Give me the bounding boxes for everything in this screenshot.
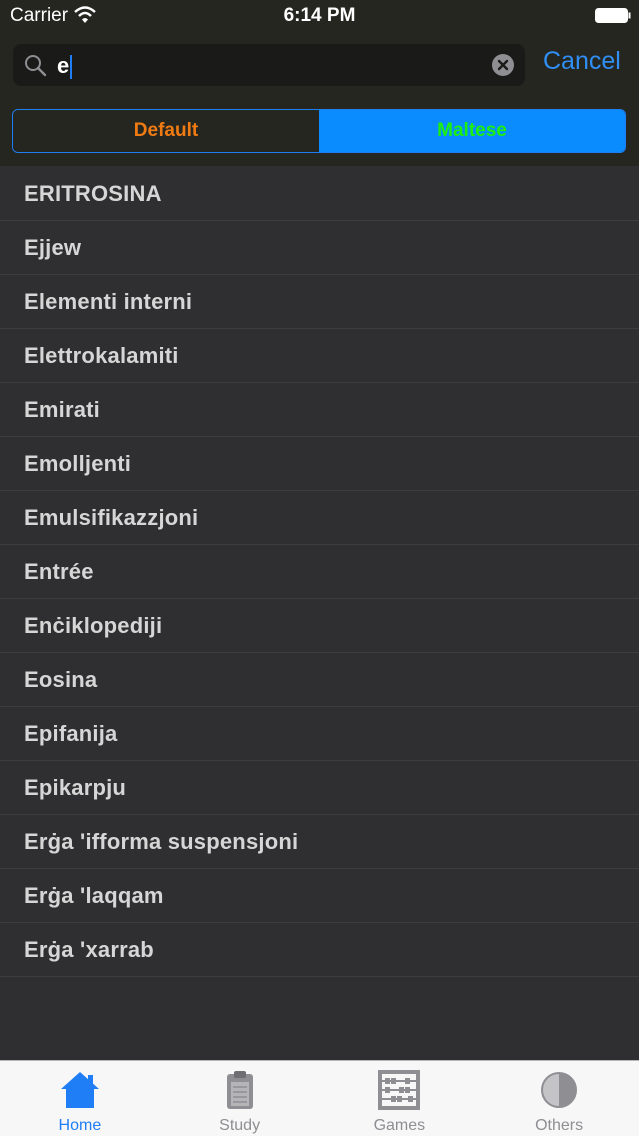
search-bar[interactable]: e (13, 44, 525, 86)
tab-games-label: Games (373, 1117, 426, 1134)
list-item[interactable]: Elementi interni (0, 275, 639, 329)
language-segmented-control: Default Maltese (12, 109, 626, 153)
list-item[interactable]: Epikarpju (0, 761, 639, 815)
clipboard-icon (226, 1071, 253, 1109)
list-item[interactable]: Emolljenti (0, 437, 639, 491)
cancel-button[interactable]: Cancel (543, 47, 621, 76)
tab-home-label: Home (58, 1117, 102, 1134)
search-input[interactable]: e (57, 53, 73, 80)
text-caret (70, 55, 73, 80)
list-item[interactable]: Erġa 'xarrab (0, 923, 639, 977)
list-item[interactable]: Epifanija (0, 707, 639, 761)
list-item[interactable]: Elettrokalamiti (0, 329, 639, 383)
list-item[interactable]: Emulsifikazzjoni (0, 491, 639, 545)
list-item[interactable]: Ejjew (0, 221, 639, 275)
results-list: ERITROSINA Ejjew Elementi interni Elettr… (0, 167, 639, 977)
tab-others-label: Others (535, 1117, 584, 1134)
battery-icon (595, 8, 631, 23)
search-header: e Cancel Default Maltese (0, 34, 639, 166)
tab-study-label: Study (219, 1117, 261, 1134)
list-item[interactable]: ERITROSINA (0, 167, 639, 221)
list-item[interactable]: Erġa 'ifforma suspensjoni (0, 815, 639, 869)
segment-maltese[interactable]: Maltese (319, 110, 625, 152)
home-icon (60, 1072, 99, 1108)
tab-bar: Home Study Games Others (0, 1060, 639, 1136)
tab-others[interactable]: Others (479, 1061, 639, 1136)
half-circle-icon (541, 1072, 578, 1108)
list-item[interactable]: Emirati (0, 383, 639, 437)
abacus-icon (378, 1070, 421, 1110)
list-item[interactable]: Entrée (0, 545, 639, 599)
tab-home[interactable]: Home (0, 1061, 160, 1136)
status-time: 6:14 PM (283, 5, 356, 26)
status-bar: Carrier 6:14 PM (0, 0, 639, 34)
list-item[interactable]: Eosina (0, 653, 639, 707)
search-icon (25, 55, 47, 77)
list-item[interactable]: Erġa 'laqqam (0, 869, 639, 923)
search-input-value: e (57, 53, 70, 78)
clear-icon[interactable] (492, 54, 514, 76)
list-item[interactable]: Enċiklopediji (0, 599, 639, 653)
tab-study[interactable]: Study (160, 1061, 320, 1136)
segment-default[interactable]: Default (13, 110, 319, 152)
tab-games[interactable]: Games (320, 1061, 480, 1136)
